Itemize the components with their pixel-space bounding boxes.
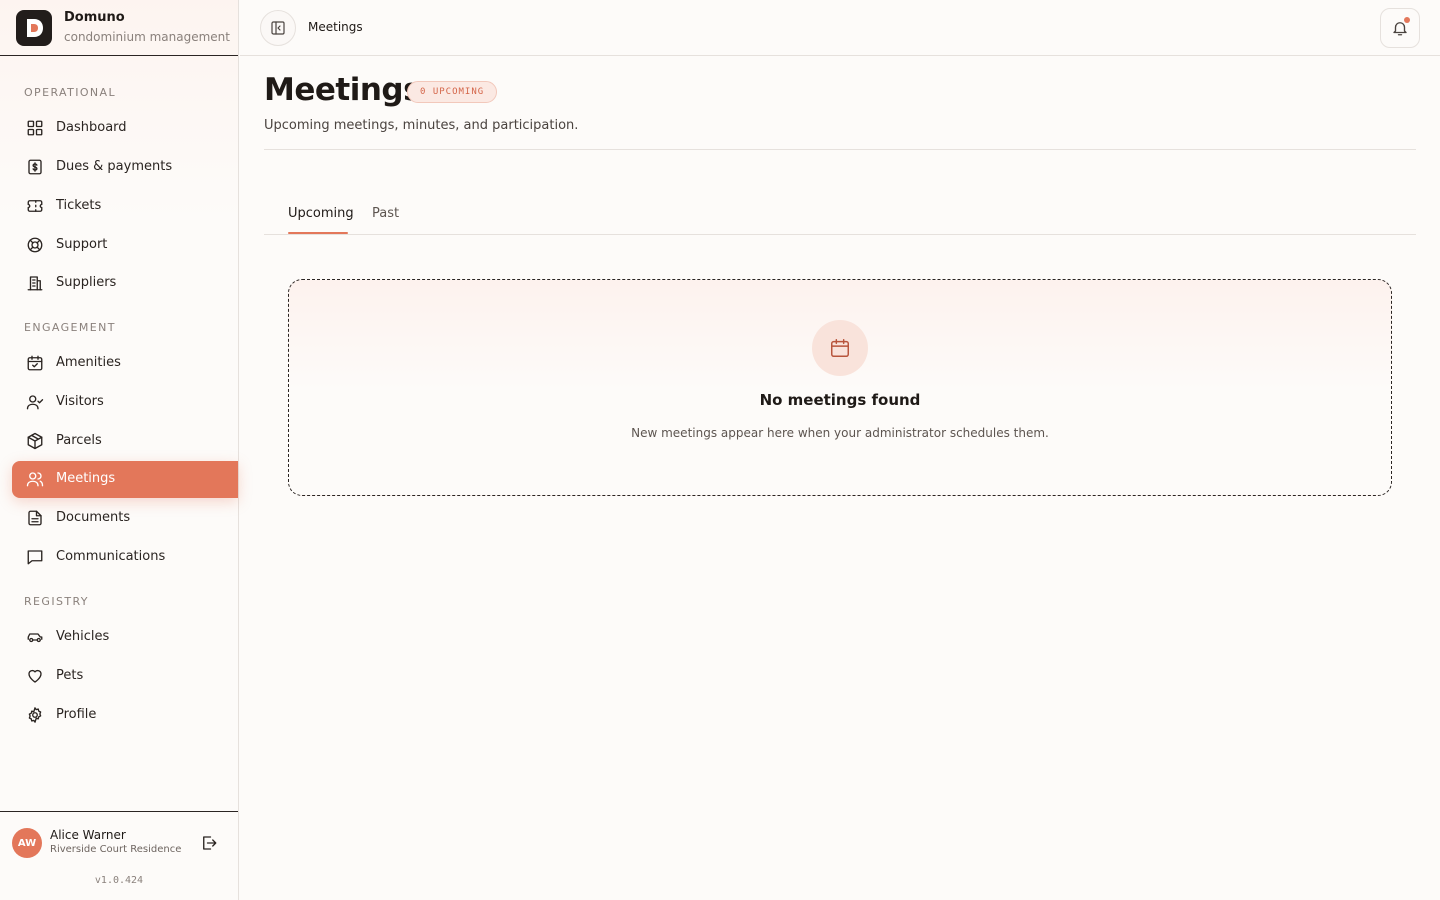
panel-left-icon [271,21,285,35]
sidebar-item-visitors[interactable]: Visitors [12,384,238,421]
notification-dot [1404,17,1410,23]
empty-state-title: No meetings found [759,391,921,409]
building-icon [27,276,43,291]
sidebar-item-parcels[interactable]: Parcels [12,423,238,460]
tab-past[interactable]: Past [372,206,399,221]
page-title: Meetings [264,72,422,108]
section-label-registry: REGISTRY [24,595,89,608]
sidebar-item-label: Support [56,237,108,252]
brand-name: Domuno [64,10,125,25]
heart-icon [28,669,42,683]
sidebar-item-label: Parcels [56,433,102,448]
breadcrumb: Meetings [308,20,363,34]
sidebar-item-documents[interactable]: Documents [12,500,238,537]
page-subtitle: Upcoming meetings, minutes, and particip… [264,118,579,133]
tab-bar: Upcoming Past [264,196,1416,235]
sidebar-item-label: Amenities [56,355,121,370]
user-residence: Riverside Court Residence [50,844,182,855]
sidebar-item-label: Tickets [56,198,102,213]
sidebar-item-tickets[interactable]: Tickets [12,188,238,225]
empty-state: No meetings found New meetings appear he… [288,279,1392,496]
sidebar-item-communications[interactable]: Communications [12,539,238,576]
sidebar-item-suppliers[interactable]: Suppliers [12,265,238,302]
sidebar-item-label: Dues & payments [56,159,173,174]
logout-icon[interactable] [200,834,218,852]
notifications-button[interactable] [1380,8,1420,48]
sidebar-item-label: Suppliers [56,275,117,290]
car-icon [27,633,43,643]
section-label-operational: OPERATIONAL [24,86,117,99]
sidebar: Domuno condominium management OPERATIONA… [0,0,239,900]
sidebar-item-dues-payments[interactable]: Dues & payments [12,149,238,186]
app-version: v1.0.424 [94,875,144,886]
calendar-icon [831,339,849,357]
user-panel: AW Alice Warner Riverside Court Residenc… [0,811,238,900]
sidebar-item-label: Documents [56,510,131,525]
sidebar-item-label: Visitors [56,394,104,409]
topbar: Meetings [240,0,1440,56]
sidebar-item-meetings[interactable]: Meetings [12,461,238,498]
message-square-icon [27,550,43,565]
users-icon [26,472,44,487]
sidebar-item-dashboard[interactable]: Dashboard [12,110,238,147]
user-check-icon [26,395,44,410]
empty-state-description: New meetings appear here when your admin… [631,426,1049,440]
sidebar-item-label: Communications [56,549,166,564]
sidebar-item-label: Pets [56,668,84,683]
lifebuoy-icon [27,237,43,253]
sidebar-item-label: Profile [56,707,97,722]
gear-icon [28,707,42,723]
ticket-icon [27,200,43,212]
sidebar-item-vehicles[interactable]: Vehicles [12,619,238,656]
status-badge: 0 UPCOMING [407,81,498,103]
empty-state-icon-wrap [812,320,868,376]
sidebar-toggle-button[interactable] [260,10,296,46]
calendar-check-icon [27,355,43,371]
active-tab-indicator [288,232,348,234]
brand-logo[interactable] [16,10,52,46]
brand-header: Domuno condominium management [0,0,238,56]
sidebar-item-support[interactable]: Support [12,227,238,264]
sidebar-item-label: Dashboard [56,120,127,135]
avatar[interactable]: AW [12,828,42,858]
sidebar-item-pets[interactable]: Pets [12,658,238,695]
sidebar-item-label: Vehicles [56,629,110,644]
tab-upcoming[interactable]: Upcoming [288,206,354,221]
package-icon [27,432,43,450]
sidebar-item-amenities[interactable]: Amenities [12,345,238,382]
header-divider [264,149,1416,150]
sidebar-item-label: Meetings [56,471,116,486]
dollar-receipt-icon [28,159,42,175]
sidebar-item-profile[interactable]: Profile [12,697,238,734]
document-icon [28,510,42,526]
section-label-engagement: ENGAGEMENT [24,321,116,334]
brand-subtitle: condominium management [64,30,230,44]
user-name: Alice Warner [50,828,126,842]
dashboard-grid-icon [27,120,43,136]
